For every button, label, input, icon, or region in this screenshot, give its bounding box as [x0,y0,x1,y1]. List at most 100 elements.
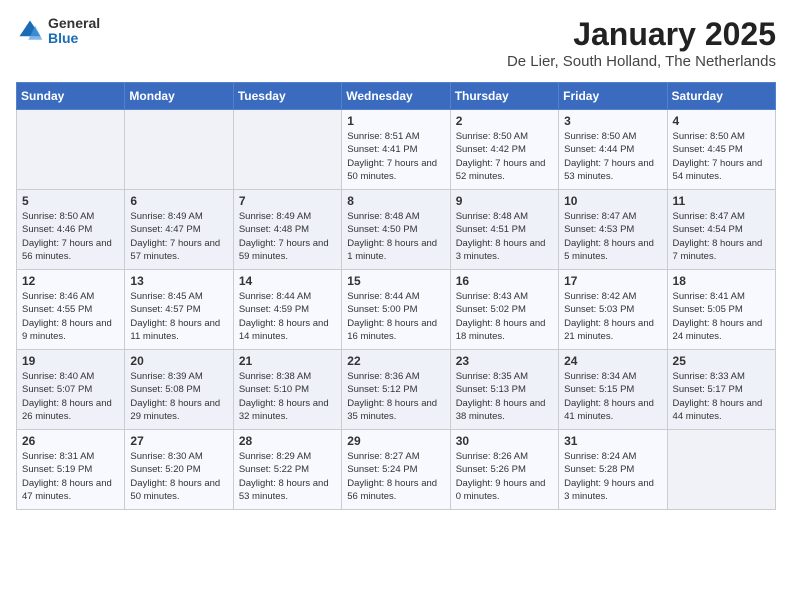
calendar-cell: 12 Sunrise: 8:46 AMSunset: 4:55 PMDaylig… [17,270,125,350]
day-number: 31 [564,434,661,448]
calendar-week-4: 19 Sunrise: 8:40 AMSunset: 5:07 PMDaylig… [17,350,776,430]
day-number: 5 [22,194,119,208]
day-number: 23 [456,354,553,368]
day-number: 17 [564,274,661,288]
day-detail: Sunrise: 8:47 AMSunset: 4:54 PMDaylight:… [673,211,763,262]
day-detail: Sunrise: 8:26 AMSunset: 5:26 PMDaylight:… [456,451,546,502]
day-number: 16 [456,274,553,288]
day-number: 13 [130,274,227,288]
calendar-cell: 19 Sunrise: 8:40 AMSunset: 5:07 PMDaylig… [17,350,125,430]
day-detail: Sunrise: 8:47 AMSunset: 4:53 PMDaylight:… [564,211,654,262]
day-number: 14 [239,274,336,288]
day-detail: Sunrise: 8:48 AMSunset: 4:50 PMDaylight:… [347,211,437,262]
day-number: 27 [130,434,227,448]
day-number: 24 [564,354,661,368]
calendar-body: 1 Sunrise: 8:51 AMSunset: 4:41 PMDayligh… [17,110,776,510]
calendar-cell: 13 Sunrise: 8:45 AMSunset: 4:57 PMDaylig… [125,270,233,350]
header-friday: Friday [559,83,667,110]
day-detail: Sunrise: 8:51 AMSunset: 4:41 PMDaylight:… [347,131,437,182]
day-number: 19 [22,354,119,368]
calendar-cell: 4 Sunrise: 8:50 AMSunset: 4:45 PMDayligh… [667,110,775,190]
day-detail: Sunrise: 8:50 AMSunset: 4:46 PMDaylight:… [22,211,112,262]
calendar-week-5: 26 Sunrise: 8:31 AMSunset: 5:19 PMDaylig… [17,430,776,510]
calendar-cell: 29 Sunrise: 8:27 AMSunset: 5:24 PMDaylig… [342,430,450,510]
day-detail: Sunrise: 8:48 AMSunset: 4:51 PMDaylight:… [456,211,546,262]
day-number: 29 [347,434,444,448]
header-thursday: Thursday [450,83,558,110]
calendar-cell: 26 Sunrise: 8:31 AMSunset: 5:19 PMDaylig… [17,430,125,510]
calendar-cell: 20 Sunrise: 8:39 AMSunset: 5:08 PMDaylig… [125,350,233,430]
calendar-cell: 7 Sunrise: 8:49 AMSunset: 4:48 PMDayligh… [233,190,341,270]
day-number: 11 [673,194,770,208]
day-number: 15 [347,274,444,288]
day-detail: Sunrise: 8:27 AMSunset: 5:24 PMDaylight:… [347,451,437,502]
day-number: 9 [456,194,553,208]
day-number: 26 [22,434,119,448]
calendar-cell: 17 Sunrise: 8:42 AMSunset: 5:03 PMDaylig… [559,270,667,350]
day-number: 8 [347,194,444,208]
day-detail: Sunrise: 8:43 AMSunset: 5:02 PMDaylight:… [456,291,546,342]
calendar-cell [125,110,233,190]
logo: General Blue [16,16,100,47]
calendar-cell: 2 Sunrise: 8:50 AMSunset: 4:42 PMDayligh… [450,110,558,190]
title-section: January 2025 De Lier, South Holland, The… [507,16,776,70]
day-number: 6 [130,194,227,208]
day-detail: Sunrise: 8:33 AMSunset: 5:17 PMDaylight:… [673,371,763,422]
day-number: 7 [239,194,336,208]
day-detail: Sunrise: 8:50 AMSunset: 4:45 PMDaylight:… [673,131,763,182]
day-number: 4 [673,114,770,128]
day-number: 12 [22,274,119,288]
calendar-cell: 3 Sunrise: 8:50 AMSunset: 4:44 PMDayligh… [559,110,667,190]
day-detail: Sunrise: 8:44 AMSunset: 4:59 PMDaylight:… [239,291,329,342]
day-number: 1 [347,114,444,128]
logo-blue-text: Blue [48,31,100,46]
calendar-cell [233,110,341,190]
calendar-cell: 31 Sunrise: 8:24 AMSunset: 5:28 PMDaylig… [559,430,667,510]
calendar-cell: 9 Sunrise: 8:48 AMSunset: 4:51 PMDayligh… [450,190,558,270]
day-detail: Sunrise: 8:42 AMSunset: 5:03 PMDaylight:… [564,291,654,342]
header-tuesday: Tuesday [233,83,341,110]
page-header: General Blue January 2025 De Lier, South… [16,16,776,70]
calendar-cell: 5 Sunrise: 8:50 AMSunset: 4:46 PMDayligh… [17,190,125,270]
day-detail: Sunrise: 8:36 AMSunset: 5:12 PMDaylight:… [347,371,437,422]
header-saturday: Saturday [667,83,775,110]
location-title: De Lier, South Holland, The Netherlands [507,53,776,70]
header-wednesday: Wednesday [342,83,450,110]
calendar-header: Sunday Monday Tuesday Wednesday Thursday… [17,83,776,110]
calendar-cell [667,430,775,510]
calendar-cell: 24 Sunrise: 8:34 AMSunset: 5:15 PMDaylig… [559,350,667,430]
logo-general-text: General [48,16,100,31]
day-detail: Sunrise: 8:38 AMSunset: 5:10 PMDaylight:… [239,371,329,422]
calendar-cell: 28 Sunrise: 8:29 AMSunset: 5:22 PMDaylig… [233,430,341,510]
day-detail: Sunrise: 8:24 AMSunset: 5:28 PMDaylight:… [564,451,654,502]
day-detail: Sunrise: 8:46 AMSunset: 4:55 PMDaylight:… [22,291,112,342]
header-row: Sunday Monday Tuesday Wednesday Thursday… [17,83,776,110]
calendar-cell: 16 Sunrise: 8:43 AMSunset: 5:02 PMDaylig… [450,270,558,350]
day-number: 25 [673,354,770,368]
day-detail: Sunrise: 8:30 AMSunset: 5:20 PMDaylight:… [130,451,220,502]
day-number: 21 [239,354,336,368]
day-detail: Sunrise: 8:49 AMSunset: 4:47 PMDaylight:… [130,211,220,262]
calendar-cell: 8 Sunrise: 8:48 AMSunset: 4:50 PMDayligh… [342,190,450,270]
calendar-week-2: 5 Sunrise: 8:50 AMSunset: 4:46 PMDayligh… [17,190,776,270]
day-number: 3 [564,114,661,128]
day-detail: Sunrise: 8:50 AMSunset: 4:42 PMDaylight:… [456,131,546,182]
day-detail: Sunrise: 8:49 AMSunset: 4:48 PMDaylight:… [239,211,329,262]
day-number: 30 [456,434,553,448]
header-monday: Monday [125,83,233,110]
header-sunday: Sunday [17,83,125,110]
logo-text: General Blue [48,16,100,47]
calendar-cell: 21 Sunrise: 8:38 AMSunset: 5:10 PMDaylig… [233,350,341,430]
day-number: 2 [456,114,553,128]
day-detail: Sunrise: 8:34 AMSunset: 5:15 PMDaylight:… [564,371,654,422]
day-detail: Sunrise: 8:44 AMSunset: 5:00 PMDaylight:… [347,291,437,342]
day-detail: Sunrise: 8:35 AMSunset: 5:13 PMDaylight:… [456,371,546,422]
day-detail: Sunrise: 8:31 AMSunset: 5:19 PMDaylight:… [22,451,112,502]
calendar-cell: 23 Sunrise: 8:35 AMSunset: 5:13 PMDaylig… [450,350,558,430]
logo-icon [16,17,44,45]
day-detail: Sunrise: 8:45 AMSunset: 4:57 PMDaylight:… [130,291,220,342]
calendar-cell: 22 Sunrise: 8:36 AMSunset: 5:12 PMDaylig… [342,350,450,430]
calendar-week-3: 12 Sunrise: 8:46 AMSunset: 4:55 PMDaylig… [17,270,776,350]
calendar-cell: 30 Sunrise: 8:26 AMSunset: 5:26 PMDaylig… [450,430,558,510]
calendar-cell: 6 Sunrise: 8:49 AMSunset: 4:47 PMDayligh… [125,190,233,270]
